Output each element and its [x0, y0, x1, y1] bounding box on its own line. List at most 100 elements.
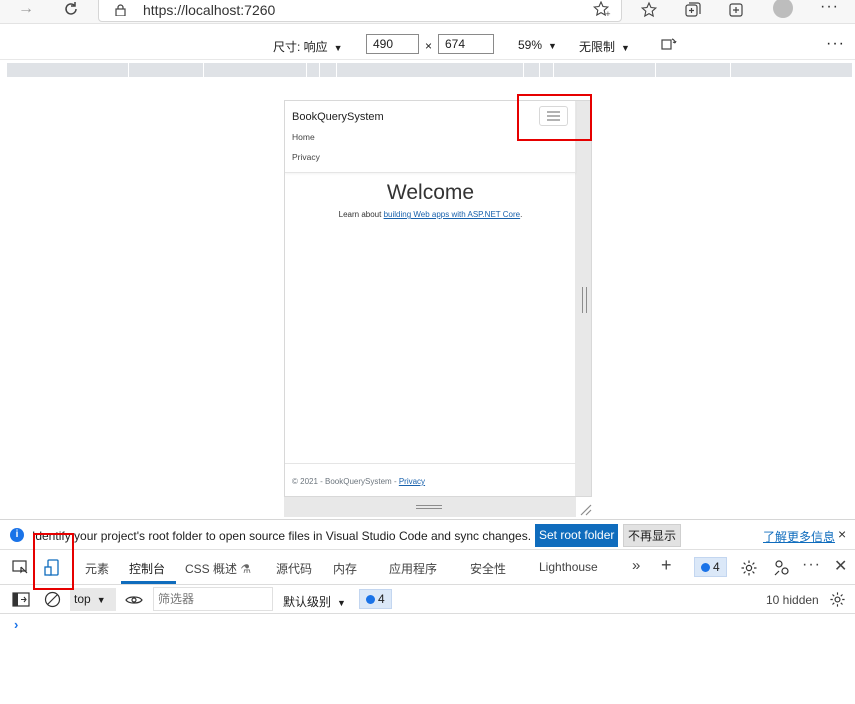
- settings-gear-icon[interactable]: [740, 559, 758, 577]
- collections-icon[interactable]: [684, 1, 702, 19]
- set-root-folder-button[interactable]: Set root folder: [535, 524, 619, 547]
- browser-essentials-icon[interactable]: [727, 1, 745, 19]
- ruler-divider: [730, 63, 731, 77]
- url-text[interactable]: https://localhost:7260: [143, 2, 275, 18]
- tab-console[interactable]: 控制台: [129, 560, 165, 577]
- nav-link-home[interactable]: Home: [292, 132, 315, 142]
- devtools-more-icon[interactable]: ···: [802, 556, 821, 574]
- throttle-dropdown[interactable]: 无限制 ▼: [579, 38, 630, 55]
- address-bar[interactable]: https://localhost:7260 +: [98, 0, 622, 22]
- forward-icon[interactable]: →: [18, 0, 34, 18]
- navbar-brand[interactable]: BookQuerySystem: [292, 111, 384, 123]
- add-favorite-icon[interactable]: +: [593, 1, 611, 17]
- add-tab-icon[interactable]: +: [661, 555, 672, 576]
- refresh-icon[interactable]: [62, 0, 80, 18]
- dont-show-again-button[interactable]: 不再显示: [623, 524, 682, 547]
- learn-suffix: .: [520, 210, 523, 219]
- caret-down-icon: ▼: [621, 43, 630, 53]
- dimensions-label: 尺寸: 响应: [273, 40, 328, 54]
- device-more-icon[interactable]: ···: [826, 35, 845, 53]
- media-query-ruler[interactable]: [7, 63, 852, 77]
- message-icon: [366, 595, 375, 604]
- console-settings-icon[interactable]: [829, 591, 846, 608]
- more-tabs-icon[interactable]: »: [632, 557, 640, 574]
- svg-text:+: +: [605, 10, 611, 17]
- close-icon[interactable]: ×: [838, 526, 846, 542]
- ruler-divider: [336, 63, 337, 77]
- rotate-icon[interactable]: [660, 36, 678, 52]
- tab-memory[interactable]: 内存: [333, 560, 357, 577]
- learn-about-text: Learn about building Web apps with ASP.N…: [285, 210, 576, 219]
- tab-css-overview[interactable]: CSS 概述 ⚗: [185, 560, 251, 577]
- active-tab-indicator: [121, 581, 176, 584]
- context-label: top: [74, 592, 91, 606]
- resize-corner-icon[interactable]: [578, 502, 592, 516]
- console-prompt[interactable]: ›: [14, 617, 18, 632]
- message-icon: [701, 563, 710, 572]
- welcome-heading: Welcome: [386, 181, 475, 204]
- tab-application[interactable]: 应用程序: [389, 560, 437, 577]
- viewport-height-input[interactable]: [438, 34, 494, 54]
- zoom-dropdown[interactable]: 59% ▼: [518, 38, 557, 52]
- device-toolbar: 尺寸: 响应 ▼ × 59% ▼ 无限制 ▼ ···: [0, 30, 855, 60]
- inspect-element-icon[interactable]: [12, 560, 30, 576]
- close-devtools-icon[interactable]: ✕: [834, 556, 847, 576]
- messages-count: 4: [713, 560, 720, 574]
- ruler-divider: [655, 63, 656, 77]
- context-selector[interactable]: top ▼: [70, 588, 116, 611]
- site-footer: © 2021 - BookQuerySystem - Privacy: [285, 463, 576, 496]
- highlight-box-device-emulation: [33, 533, 74, 590]
- console-messages-badge[interactable]: 4: [359, 589, 392, 609]
- messages-badge[interactable]: 4: [694, 557, 727, 577]
- console-toolbar: top ▼ 筛选器 默认级别 ▼ 4 10 hidden: [0, 586, 855, 614]
- dimensions-dropdown[interactable]: 尺寸: 响应 ▼: [273, 38, 343, 55]
- infobar-message: Identify your project's root folder to o…: [32, 529, 532, 543]
- times-sign: ×: [425, 39, 433, 53]
- tab-lighthouse[interactable]: Lighthouse: [539, 560, 598, 574]
- filter-input[interactable]: 筛选器: [153, 587, 273, 611]
- profile-avatar[interactable]: [773, 0, 793, 18]
- devtools-infobar: i Identify your project's root folder to…: [0, 519, 855, 550]
- info-icon: i: [10, 528, 24, 542]
- browser-toolbar: → https://localhost:7260 + ···: [0, 0, 855, 24]
- footer-privacy-link[interactable]: Privacy: [399, 477, 425, 486]
- caret-down-icon: ▼: [548, 41, 557, 51]
- ruler-divider: [553, 63, 554, 77]
- more-icon[interactable]: ···: [820, 0, 839, 16]
- ruler-divider: [306, 63, 307, 77]
- sidebar-toggle-icon[interactable]: [12, 592, 30, 607]
- viewport-width-input[interactable]: [366, 34, 419, 54]
- emulated-device-frame: BookQuerySystem Home Privacy Welcome Lea…: [284, 100, 592, 497]
- caret-down-icon: ▼: [337, 598, 346, 608]
- flask-icon: ⚗: [240, 562, 252, 576]
- throttle-label: 无限制: [579, 40, 616, 54]
- ruler-divider: [523, 63, 524, 77]
- zoom-label: 59%: [518, 38, 543, 52]
- learn-prefix: Learn about: [338, 210, 384, 219]
- nav-link-privacy[interactable]: Privacy: [292, 152, 320, 162]
- tab-security[interactable]: 安全性: [470, 560, 506, 577]
- grip-icon: [416, 505, 442, 509]
- hidden-count: 10 hidden: [766, 593, 819, 607]
- tab-elements[interactable]: 元素: [85, 560, 109, 577]
- caret-down-icon: ▼: [96, 595, 106, 605]
- ruler-divider: [203, 63, 204, 77]
- tab-sources[interactable]: 源代码: [276, 560, 312, 577]
- footer-text: © 2021 - BookQuerySystem - Privacy: [292, 477, 425, 486]
- lock-icon[interactable]: [115, 4, 126, 16]
- log-level-dropdown[interactable]: 默认级别 ▼: [283, 593, 346, 610]
- clear-console-icon[interactable]: [44, 591, 61, 608]
- connections-icon[interactable]: [773, 559, 791, 577]
- console-messages-count: 4: [378, 592, 385, 606]
- devtools-tabbar: 元素 控制台 CSS 概述 ⚗ 源代码 内存 应用程序 安全性 Lighthou…: [0, 550, 855, 585]
- aspnet-docs-link[interactable]: building Web apps with ASP.NET Core: [384, 210, 521, 219]
- ruler-divider: [128, 63, 129, 77]
- ruler-divider: [319, 63, 320, 77]
- resize-handle-right[interactable]: [582, 287, 587, 313]
- footer-copyright: © 2021 - BookQuerySystem -: [292, 477, 399, 486]
- ruler-divider: [539, 63, 540, 77]
- eye-icon[interactable]: [125, 594, 143, 606]
- resize-handle-bottom[interactable]: [284, 497, 576, 517]
- learn-more-link[interactable]: 了解更多信息: [763, 528, 835, 545]
- favorites-icon[interactable]: [640, 1, 658, 19]
